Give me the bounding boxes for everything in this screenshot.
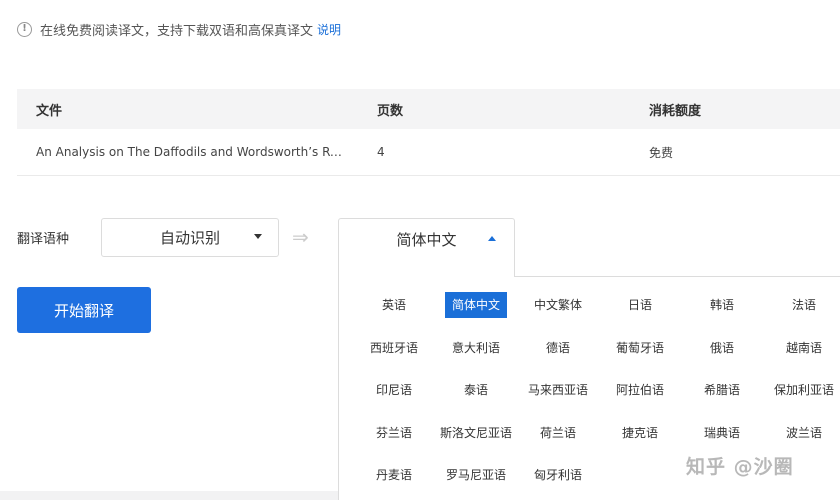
language-option[interactable]: 匈牙利语: [517, 462, 599, 500]
language-option[interactable]: 法语: [763, 292, 840, 335]
language-option-label: 印尼语: [375, 383, 412, 397]
language-option[interactable]: 德语: [517, 335, 599, 378]
language-option-label: 瑞典语: [703, 425, 740, 440]
table-header: 文件 页数 消耗额度: [17, 89, 840, 129]
language-option-label: 荷兰语: [539, 425, 576, 440]
caret-down-icon: [254, 234, 262, 239]
notice-help-link[interactable]: 说明: [317, 21, 341, 38]
language-option-label: 德语: [545, 340, 570, 355]
footer-strip: [0, 491, 340, 500]
watermark: 知乎 @沙圈: [686, 456, 794, 478]
target-language-value: 简体中文: [396, 231, 457, 249]
header-file: 文件: [36, 103, 63, 119]
table-row: An Analysis on The Daffodils and Wordswo…: [17, 129, 840, 176]
language-option-label: 芬兰语: [375, 425, 412, 440]
language-option-label: 泰语: [463, 383, 488, 397]
language-option[interactable]: 丹麦语: [353, 462, 435, 500]
language-option-label: 希腊语: [703, 383, 740, 397]
language-option[interactable]: 日语: [599, 292, 681, 335]
cell-file-name: An Analysis on The Daffodils and Wordswo…: [36, 145, 346, 159]
language-option[interactable]: 阿拉伯语: [599, 377, 681, 420]
language-option-label: 捷克语: [621, 425, 658, 440]
language-option-label: 意大利语: [451, 340, 500, 355]
language-option-label: 丹麦语: [375, 468, 412, 482]
language-option-label: 简体中文: [444, 292, 507, 318]
language-option[interactable]: 葡萄牙语: [599, 335, 681, 378]
header-quota: 消耗额度: [649, 103, 702, 119]
language-option[interactable]: 希腊语: [681, 377, 763, 420]
language-option[interactable]: 意大利语: [435, 335, 517, 378]
language-option[interactable]: 捷克语: [599, 420, 681, 463]
notice-text: 在线免费阅读译文，支持下载双语和高保真译文: [40, 23, 314, 39]
language-option[interactable]: 马来西亚语: [517, 377, 599, 420]
info-icon: !: [17, 21, 32, 37]
language-option-label: 马来西亚语: [527, 383, 588, 397]
source-language-value: 自动识别: [159, 229, 220, 247]
language-option-label: 中文繁体: [533, 298, 582, 312]
language-option[interactable]: 保加利亚语: [763, 377, 840, 420]
language-option[interactable]: 越南语: [763, 335, 840, 378]
language-option-label: 英语: [381, 298, 406, 312]
language-option-label: 保加利亚语: [773, 383, 834, 397]
language-option-label: 波兰语: [785, 425, 822, 440]
language-option-label: 斯洛文尼亚语: [440, 425, 513, 440]
language-option-label: 葡萄牙语: [615, 340, 664, 355]
language-option[interactable]: 荷兰语: [517, 420, 599, 463]
translate-language-label: 翻译语种: [17, 232, 70, 247]
language-option-label: 阿拉伯语: [615, 383, 664, 397]
language-option-label: 匈牙利语: [533, 468, 582, 482]
language-option[interactable]: 韩语: [681, 292, 763, 335]
language-option[interactable]: 芬兰语: [353, 420, 435, 463]
language-option[interactable]: 俄语: [681, 335, 763, 378]
caret-up-icon: [488, 236, 496, 241]
language-option-label: 西班牙语: [369, 340, 418, 355]
start-translate-button[interactable]: 开始翻译: [17, 287, 151, 333]
cell-quota: 免费: [649, 145, 674, 160]
language-option-label: 罗马尼亚语: [445, 468, 506, 482]
arrow-right-icon: ⇒: [292, 225, 309, 249]
language-option-label: 日语: [627, 298, 652, 312]
language-option-label: 法语: [791, 298, 816, 312]
language-option[interactable]: 斯洛文尼亚语: [435, 420, 517, 463]
language-option-label: 韩语: [709, 298, 734, 312]
notice-bar: ! 在线免费阅读译文，支持下载双语和高保真译文 说明: [17, 19, 341, 39]
language-option[interactable]: 英语: [353, 292, 435, 335]
cell-pages: 4: [377, 145, 385, 159]
language-option-label: 越南语: [785, 340, 822, 355]
target-language-select[interactable]: 简体中文: [338, 218, 515, 277]
source-language-select[interactable]: 自动识别: [101, 218, 279, 257]
language-option[interactable]: 泰语: [435, 377, 517, 420]
language-option[interactable]: 简体中文: [435, 292, 517, 335]
language-option[interactable]: 西班牙语: [353, 335, 435, 378]
file-table: 文件 页数 消耗额度 An Analysis on The Daffodils …: [17, 89, 840, 176]
language-option[interactable]: 罗马尼亚语: [435, 462, 517, 500]
language-option-label: 俄语: [709, 340, 734, 355]
language-option[interactable]: 印尼语: [353, 377, 435, 420]
language-option[interactable]: 中文繁体: [517, 292, 599, 335]
header-pages: 页数: [377, 103, 404, 119]
